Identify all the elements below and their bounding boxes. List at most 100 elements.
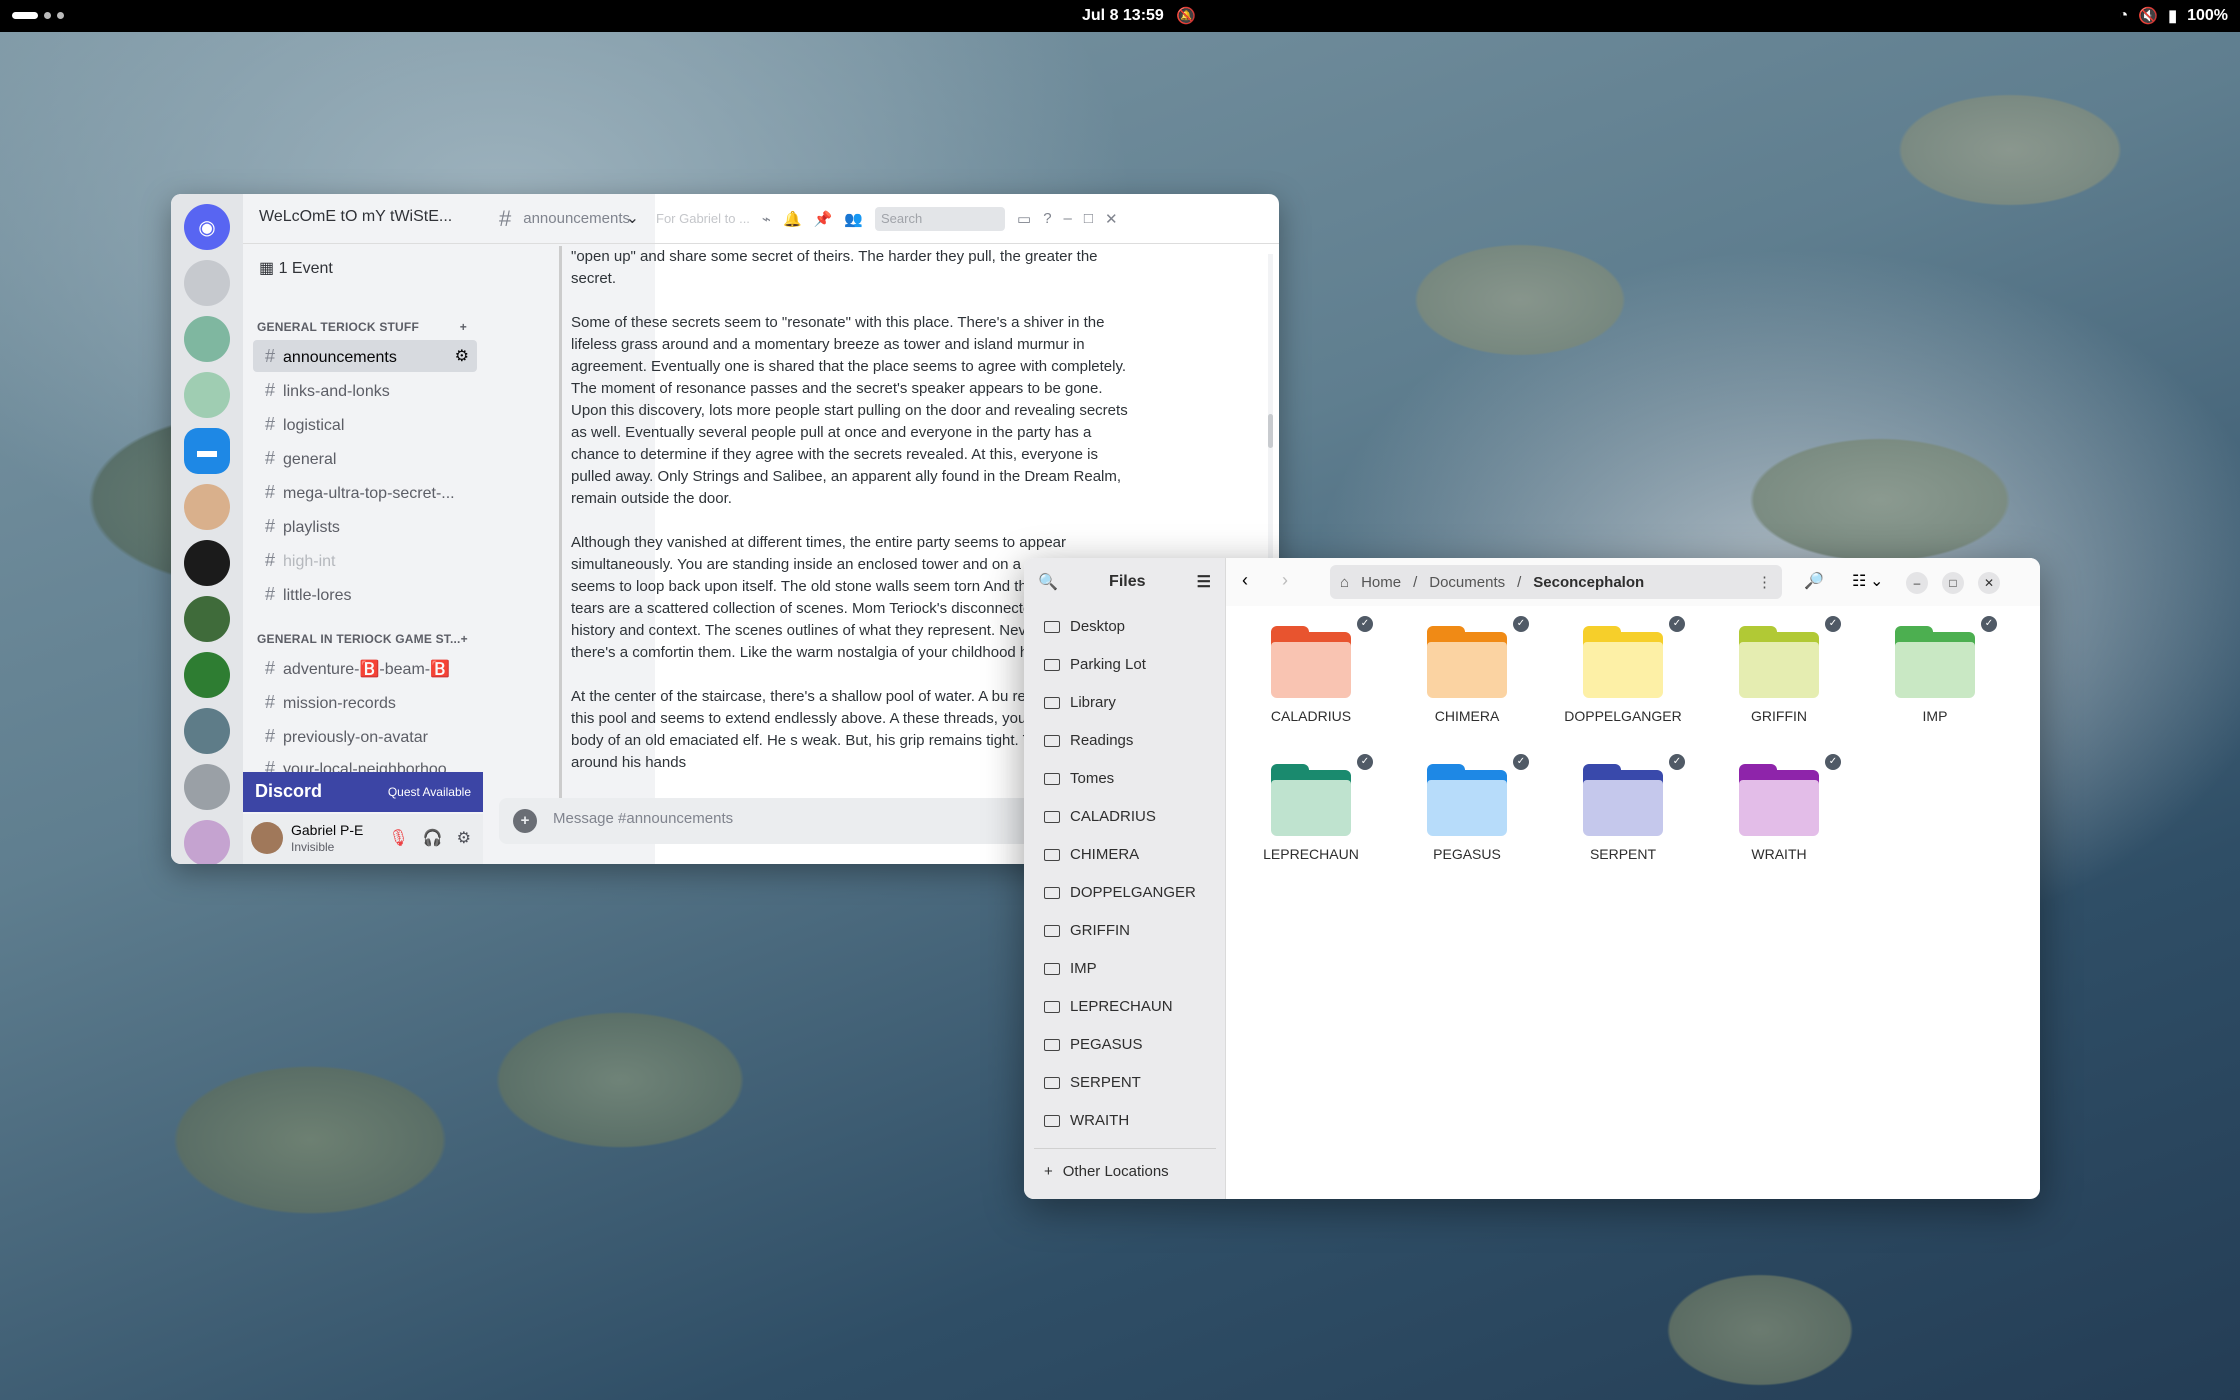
home-icon: ⌂ (1340, 573, 1350, 591)
folder-item[interactable]: ✓ WRAITH (1704, 754, 1854, 862)
threads-icon[interactable]: ⌁ (762, 210, 771, 228)
channel-item[interactable]: # your-local-neighborhoo... (253, 752, 477, 772)
channel-item[interactable]: # links-and-lonks (253, 374, 477, 406)
search-folder-icon[interactable]: 🔎 (1804, 571, 1824, 591)
minimize-button[interactable]: – (1064, 210, 1072, 227)
sidebar-item[interactable]: LEPRECHAUN (1044, 998, 1173, 1015)
folder-item[interactable]: ✓ PEGASUS (1392, 754, 1542, 862)
events-link[interactable]: ▦ 1 Event (259, 258, 333, 278)
close-button[interactable]: ✕ (1978, 572, 2000, 594)
folder-icon (1044, 734, 1060, 747)
channel-item[interactable]: # high-int (253, 544, 477, 576)
channel-title: announcements (523, 210, 630, 227)
other-locations[interactable]: + Other Locations (1044, 1163, 1169, 1180)
more-options-icon[interactable]: ⋮ (1757, 573, 1772, 591)
channel-item[interactable]: # little-lores (253, 578, 477, 610)
server-icon[interactable] (184, 484, 230, 530)
server-folder-icon[interactable] (184, 316, 230, 362)
breadcrumb-home[interactable]: Home (1361, 574, 1401, 591)
folder-icon: ✓ (1271, 616, 1373, 698)
channel-label: links-and-lonks (283, 383, 390, 400)
key-server-icon[interactable] (184, 764, 230, 810)
category-header[interactable]: GENERAL TERIOCK STUFF + (257, 320, 467, 334)
server-icon[interactable] (184, 596, 230, 642)
server-icon[interactable] (184, 540, 230, 586)
sidebar-item[interactable]: CALADRIUS (1044, 808, 1156, 825)
server-icon[interactable] (184, 652, 230, 698)
members-icon[interactable]: 👥 (844, 210, 863, 228)
avatar[interactable] (251, 822, 283, 854)
channel-item[interactable]: # previously-on-avatar (253, 720, 477, 752)
activities-indicator[interactable] (12, 12, 64, 19)
search-input[interactable]: Search (875, 206, 1006, 231)
system-tray[interactable]: ◔ 🔇 ▮ 100% (2119, 6, 2228, 26)
folder-icon[interactable]: ▬ (184, 428, 230, 474)
sidebar-item[interactable]: SERPENT (1044, 1074, 1141, 1091)
search-icon[interactable]: 🔍 (1038, 572, 1058, 592)
sidebar-item[interactable]: Parking Lot (1044, 656, 1146, 673)
channel-label: high-int (283, 553, 336, 570)
folder-name: IMP (1922, 708, 1948, 724)
folder-icon (1044, 620, 1060, 633)
channel-announcements[interactable]: # announcements ⚙ (253, 340, 477, 372)
folder-item[interactable]: ✓ CHIMERA (1392, 616, 1542, 724)
sidebar-item[interactable]: PEGASUS (1044, 1036, 1143, 1053)
breadcrumb-current[interactable]: Seconcephalon (1533, 574, 1644, 591)
sidebar-item[interactable]: GRIFFIN (1044, 922, 1130, 939)
channel-topic[interactable]: For Gabriel to ... (656, 211, 750, 226)
chevron-down-icon[interactable]: ⌄ (1870, 571, 1883, 591)
folder-item[interactable]: ✓ LEPRECHAUN (1236, 754, 1386, 862)
clock[interactable]: Jul 8 13:59 (1082, 7, 1164, 25)
hamburger-menu-icon[interactable]: ☰ (1197, 572, 1211, 592)
server-icon[interactable] (184, 260, 230, 306)
folder-item[interactable]: ✓ DOPPELGANGER (1548, 616, 1698, 724)
mic-muted-icon[interactable]: 🎙 (388, 828, 408, 848)
pin-icon[interactable]: 📌 (814, 210, 833, 228)
folder-icon: ✓ (1583, 754, 1685, 836)
breadcrumb-documents[interactable]: Documents (1429, 574, 1505, 591)
folder-icon: ✓ (1583, 616, 1685, 698)
bell-icon[interactable]: 🔔 (783, 210, 802, 228)
category-header[interactable]: GENERAL IN TERIOCK GAME ST... + (257, 632, 468, 646)
sidebar-item[interactable]: IMP (1044, 960, 1097, 977)
close-button[interactable]: ✕ (1105, 210, 1118, 228)
sidebar-item[interactable]: CHIMERA (1044, 846, 1139, 863)
list-view-icon[interactable]: ☷ (1852, 571, 1866, 591)
server-icon[interactable] (184, 708, 230, 754)
forward-arrow-icon[interactable]: › (1282, 570, 1288, 591)
add-channel-icon[interactable]: + (461, 632, 468, 646)
headphones-muted-icon[interactable]: 🎧 (423, 828, 443, 848)
minimize-button[interactable]: – (1906, 572, 1928, 594)
channel-label: previously-on-avatar (283, 729, 428, 746)
folder-item[interactable]: ✓ IMP (1860, 616, 2010, 724)
sidebar-item[interactable]: Library (1044, 694, 1116, 711)
server-folder-icon[interactable] (184, 372, 230, 418)
quest-banner[interactable]: Discord Quest Available (243, 772, 483, 812)
server-icon[interactable] (184, 820, 230, 864)
help-icon[interactable]: ? (1043, 210, 1051, 227)
sidebar-item[interactable]: Readings (1044, 732, 1133, 749)
folder-item[interactable]: ✓ CALADRIUS (1236, 616, 1386, 724)
add-channel-icon[interactable]: + (460, 320, 467, 334)
channel-item[interactable]: # mega-ultra-top-secret-... (253, 476, 477, 508)
channel-item[interactable]: # general (253, 442, 477, 474)
sidebar-item[interactable]: WRAITH (1044, 1112, 1129, 1129)
channel-item[interactable]: # adventure-🅱️-beam-🅱️ (253, 652, 477, 684)
add-attachment-icon[interactable]: + (513, 809, 537, 833)
folder-item[interactable]: ✓ GRIFFIN (1704, 616, 1854, 724)
channel-item[interactable]: # playlists (253, 510, 477, 542)
folder-item[interactable]: ✓ SERPENT (1548, 754, 1698, 862)
back-arrow-icon[interactable]: ‹ (1242, 570, 1248, 591)
discord-home-icon[interactable]: ◉ (184, 204, 230, 250)
sidebar-item[interactable]: DOPPELGANGER (1044, 884, 1196, 901)
maximize-button[interactable]: □ (1942, 572, 1964, 594)
maximize-button[interactable]: □ (1084, 210, 1093, 227)
channel-label: mission-records (283, 695, 396, 712)
inbox-icon[interactable]: ▭ (1017, 210, 1031, 228)
user-settings-icon[interactable]: ⚙ (457, 828, 471, 848)
channel-item[interactable]: # logistical (253, 408, 477, 440)
sidebar-item[interactable]: Tomes (1044, 770, 1114, 787)
channel-item[interactable]: # mission-records (253, 686, 477, 718)
settings-gear-icon[interactable]: ⚙ (455, 346, 469, 366)
sidebar-item[interactable]: Desktop (1044, 618, 1125, 635)
